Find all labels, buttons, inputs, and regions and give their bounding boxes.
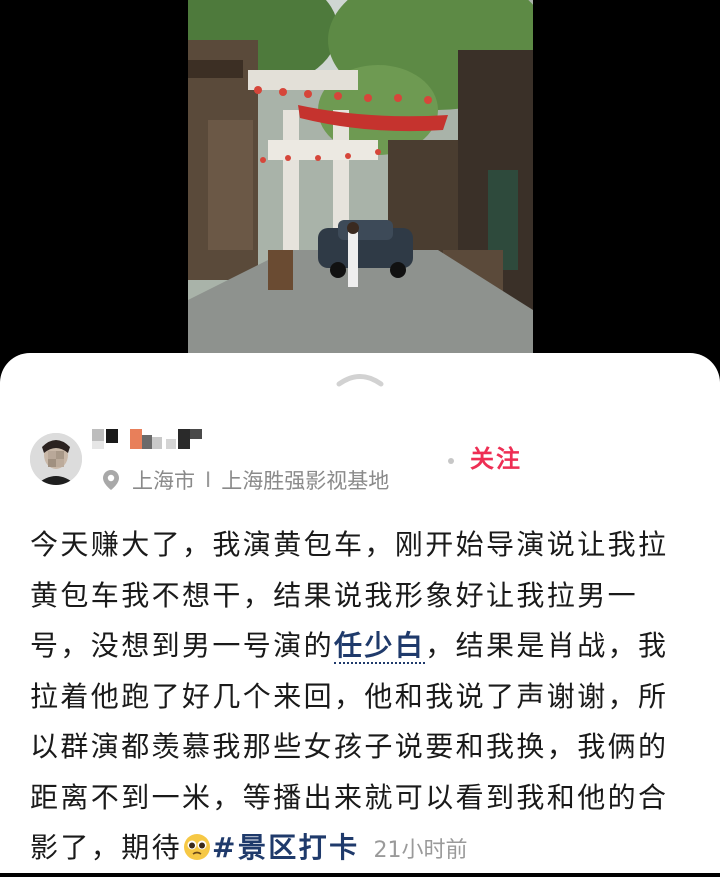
avatar-icon — [30, 433, 82, 485]
post-text-after-mention: ，结果是肖战，我拉着他跑了好几个来回，他和我说了声谢谢，所以群演都羡慕我那些女孩… — [30, 629, 669, 864]
follow-dot — [448, 458, 454, 464]
author-row: 关注 上海市 I 上海胜强影视基地 — [30, 429, 690, 503]
mention-link[interactable]: 任少白 — [334, 629, 426, 664]
location-pin-icon — [103, 470, 119, 490]
location-tag[interactable]: 上海市 I 上海胜强影视基地 — [102, 465, 389, 495]
pleading-face-icon — [184, 834, 211, 860]
hashtag-link[interactable]: #景区打卡 — [212, 831, 359, 864]
follow-button[interactable]: 关注 — [470, 439, 522, 474]
collapse-chevron-icon[interactable] — [336, 367, 384, 387]
street-scene-image — [188, 0, 533, 356]
post-photo[interactable] — [188, 0, 533, 356]
location-separator: I — [205, 468, 212, 492]
location-place: 上海胜强影视基地 — [221, 469, 390, 493]
post-timestamp: 21小时前 — [373, 838, 468, 863]
author-avatar[interactable] — [30, 433, 82, 485]
author-username-pixelated[interactable] — [92, 425, 222, 451]
location-city: 上海市 — [132, 469, 195, 493]
post-body: 今天赚大了，我演黄包车，刚开始导演说让我拉黄包车我不想干，结果说我形象好让我拉男… — [30, 520, 678, 877]
post-detail-sheet: 关注 上海市 I 上海胜强影视基地 今天赚大了，我演黄包车，刚开始导演说让我拉黄… — [0, 353, 720, 873]
